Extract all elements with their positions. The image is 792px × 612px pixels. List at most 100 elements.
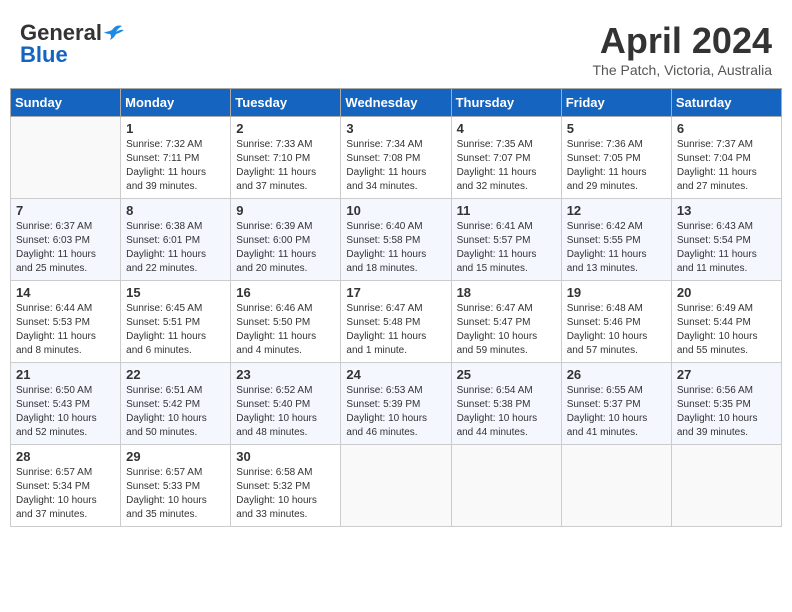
day-number: 26 <box>567 367 666 382</box>
calendar-cell: 6Sunrise: 7:37 AMSunset: 7:04 PMDaylight… <box>671 117 781 199</box>
calendar-cell <box>341 445 451 527</box>
day-info: Sunrise: 6:37 AMSunset: 6:03 PMDaylight:… <box>16 220 115 276</box>
day-info: Sunrise: 6:52 AMSunset: 5:40 PMDaylight:… <box>236 384 335 440</box>
day-number: 16 <box>236 285 335 300</box>
day-number: 30 <box>236 449 335 464</box>
day-info: Sunrise: 6:48 AMSunset: 5:46 PMDaylight:… <box>567 302 666 358</box>
calendar-cell: 27 Sunrise: 6:56 AMSunset: 5:35 PMDayligh… <box>671 363 781 445</box>
day-number: 19 <box>567 285 666 300</box>
day-number: 1 <box>126 121 225 136</box>
day-info: Sunrise: 6:42 AMSunset: 5:55 PMDaylight:… <box>567 220 666 276</box>
day-info: Sunrise: 6:51 AMSunset: 5:42 PMDaylight:… <box>126 384 225 440</box>
calendar-cell: 19 Sunrise: 6:48 AMSunset: 5:46 PMDayligh… <box>561 281 671 363</box>
day-number: 11 <box>457 203 556 218</box>
day-number: 23 <box>236 367 335 382</box>
calendar-cell: 12Sunrise: 6:42 AMSunset: 5:55 PMDayligh… <box>561 199 671 281</box>
day-number: 22 <box>126 367 225 382</box>
day-info: Sunrise: 6:45 AMSunset: 5:51 PMDaylight:… <box>126 302 225 358</box>
calendar-cell: 11 Sunrise: 6:41 AMSunset: 5:57 PMDayligh… <box>451 199 561 281</box>
calendar-cell <box>11 117 121 199</box>
day-number: 8 <box>126 203 225 218</box>
day-number: 10 <box>346 203 445 218</box>
calendar-week-3: 14 Sunrise: 6:44 AMSunset: 5:53 PMDayligh… <box>11 281 782 363</box>
calendar-header-row: SundayMondayTuesdayWednesdayThursdayFrid… <box>11 89 782 117</box>
day-info: Sunrise: 6:49 AMSunset: 5:44 PMDaylight:… <box>677 302 776 358</box>
title-block: April 2024 The Patch, Victoria, Australi… <box>593 20 773 78</box>
calendar-week-1: 1Sunrise: 7:32 AMSunset: 7:11 PMDaylight… <box>11 117 782 199</box>
header-thursday: Thursday <box>451 89 561 117</box>
location-subtitle: The Patch, Victoria, Australia <box>593 62 773 78</box>
day-info: Sunrise: 6:47 AMSunset: 5:48 PMDaylight:… <box>346 302 445 358</box>
calendar-table: SundayMondayTuesdayWednesdayThursdayFrid… <box>10 88 782 527</box>
calendar-cell: 2 Sunrise: 7:33 AMSunset: 7:10 PMDaylight… <box>231 117 341 199</box>
calendar-cell: 1Sunrise: 7:32 AMSunset: 7:11 PMDaylight… <box>121 117 231 199</box>
day-number: 9 <box>236 203 335 218</box>
header-monday: Monday <box>121 89 231 117</box>
calendar-cell: 7Sunrise: 6:37 AMSunset: 6:03 PMDaylight… <box>11 199 121 281</box>
calendar-cell: 3Sunrise: 7:34 AMSunset: 7:08 PMDaylight… <box>341 117 451 199</box>
calendar-cell <box>671 445 781 527</box>
day-number: 3 <box>346 121 445 136</box>
day-number: 4 <box>457 121 556 136</box>
header-wednesday: Wednesday <box>341 89 451 117</box>
calendar-cell: 30Sunrise: 6:58 AMSunset: 5:32 PMDayligh… <box>231 445 341 527</box>
day-number: 27 <box>677 367 776 382</box>
calendar-cell <box>451 445 561 527</box>
calendar-cell: 10Sunrise: 6:40 AMSunset: 5:58 PMDayligh… <box>341 199 451 281</box>
day-info: Sunrise: 6:55 AMSunset: 5:37 PMDaylight:… <box>567 384 666 440</box>
calendar-cell: 16 Sunrise: 6:46 AMSunset: 5:50 PMDayligh… <box>231 281 341 363</box>
day-info: Sunrise: 6:56 AMSunset: 5:35 PMDaylight:… <box>677 384 776 440</box>
day-info: Sunrise: 7:35 AMSunset: 7:07 PMDaylight:… <box>457 138 556 194</box>
day-number: 15 <box>126 285 225 300</box>
day-info: Sunrise: 6:57 AMSunset: 5:34 PMDaylight:… <box>16 466 115 522</box>
calendar-cell: 5 Sunrise: 7:36 AMSunset: 7:05 PMDaylight… <box>561 117 671 199</box>
calendar-cell: 4 Sunrise: 7:35 AMSunset: 7:07 PMDaylight… <box>451 117 561 199</box>
day-number: 25 <box>457 367 556 382</box>
logo-text-blue: Blue <box>20 42 68 68</box>
day-info: Sunrise: 6:53 AMSunset: 5:39 PMDaylight:… <box>346 384 445 440</box>
day-number: 2 <box>236 121 335 136</box>
day-info: Sunrise: 6:47 AMSunset: 5:47 PMDaylight:… <box>457 302 556 358</box>
day-info: Sunrise: 6:38 AMSunset: 6:01 PMDaylight:… <box>126 220 225 276</box>
calendar-week-2: 7Sunrise: 6:37 AMSunset: 6:03 PMDaylight… <box>11 199 782 281</box>
calendar-cell: 13 Sunrise: 6:43 AMSunset: 5:54 PMDayligh… <box>671 199 781 281</box>
calendar-week-5: 28Sunrise: 6:57 AMSunset: 5:34 PMDayligh… <box>11 445 782 527</box>
logo-bird-icon <box>104 24 126 42</box>
calendar-cell: 15 Sunrise: 6:45 AMSunset: 5:51 PMDayligh… <box>121 281 231 363</box>
calendar-cell: 29Sunrise: 6:57 AMSunset: 5:33 PMDayligh… <box>121 445 231 527</box>
calendar-cell: 14 Sunrise: 6:44 AMSunset: 5:53 PMDayligh… <box>11 281 121 363</box>
calendar-cell: 8 Sunrise: 6:38 AMSunset: 6:01 PMDaylight… <box>121 199 231 281</box>
day-info: Sunrise: 6:39 AMSunset: 6:00 PMDaylight:… <box>236 220 335 276</box>
day-info: Sunrise: 6:50 AMSunset: 5:43 PMDaylight:… <box>16 384 115 440</box>
header-sunday: Sunday <box>11 89 121 117</box>
calendar-cell: 22 Sunrise: 6:51 AMSunset: 5:42 PMDayligh… <box>121 363 231 445</box>
day-info: Sunrise: 6:43 AMSunset: 5:54 PMDaylight:… <box>677 220 776 276</box>
calendar-cell: 25Sunrise: 6:54 AMSunset: 5:38 PMDayligh… <box>451 363 561 445</box>
calendar-week-4: 21 Sunrise: 6:50 AMSunset: 5:43 PMDayligh… <box>11 363 782 445</box>
header-saturday: Saturday <box>671 89 781 117</box>
day-number: 13 <box>677 203 776 218</box>
day-number: 21 <box>16 367 115 382</box>
day-number: 17 <box>346 285 445 300</box>
calendar-cell: 24 Sunrise: 6:53 AMSunset: 5:39 PMDayligh… <box>341 363 451 445</box>
calendar-cell: 9 Sunrise: 6:39 AMSunset: 6:00 PMDaylight… <box>231 199 341 281</box>
calendar-cell: 23 Sunrise: 6:52 AMSunset: 5:40 PMDayligh… <box>231 363 341 445</box>
calendar-cell <box>561 445 671 527</box>
day-number: 5 <box>567 121 666 136</box>
header-tuesday: Tuesday <box>231 89 341 117</box>
day-number: 18 <box>457 285 556 300</box>
day-info: Sunrise: 7:33 AMSunset: 7:10 PMDaylight:… <box>236 138 335 194</box>
day-info: Sunrise: 6:57 AMSunset: 5:33 PMDaylight:… <box>126 466 225 522</box>
day-number: 14 <box>16 285 115 300</box>
day-info: Sunrise: 6:41 AMSunset: 5:57 PMDaylight:… <box>457 220 556 276</box>
calendar-cell: 21 Sunrise: 6:50 AMSunset: 5:43 PMDayligh… <box>11 363 121 445</box>
day-number: 20 <box>677 285 776 300</box>
day-info: Sunrise: 6:44 AMSunset: 5:53 PMDaylight:… <box>16 302 115 358</box>
header-friday: Friday <box>561 89 671 117</box>
logo: General Blue <box>20 20 126 68</box>
calendar-cell: 28Sunrise: 6:57 AMSunset: 5:34 PMDayligh… <box>11 445 121 527</box>
day-info: Sunrise: 7:36 AMSunset: 7:05 PMDaylight:… <box>567 138 666 194</box>
day-info: Sunrise: 6:46 AMSunset: 5:50 PMDaylight:… <box>236 302 335 358</box>
day-number: 24 <box>346 367 445 382</box>
calendar-cell: 17 Sunrise: 6:47 AMSunset: 5:48 PMDayligh… <box>341 281 451 363</box>
